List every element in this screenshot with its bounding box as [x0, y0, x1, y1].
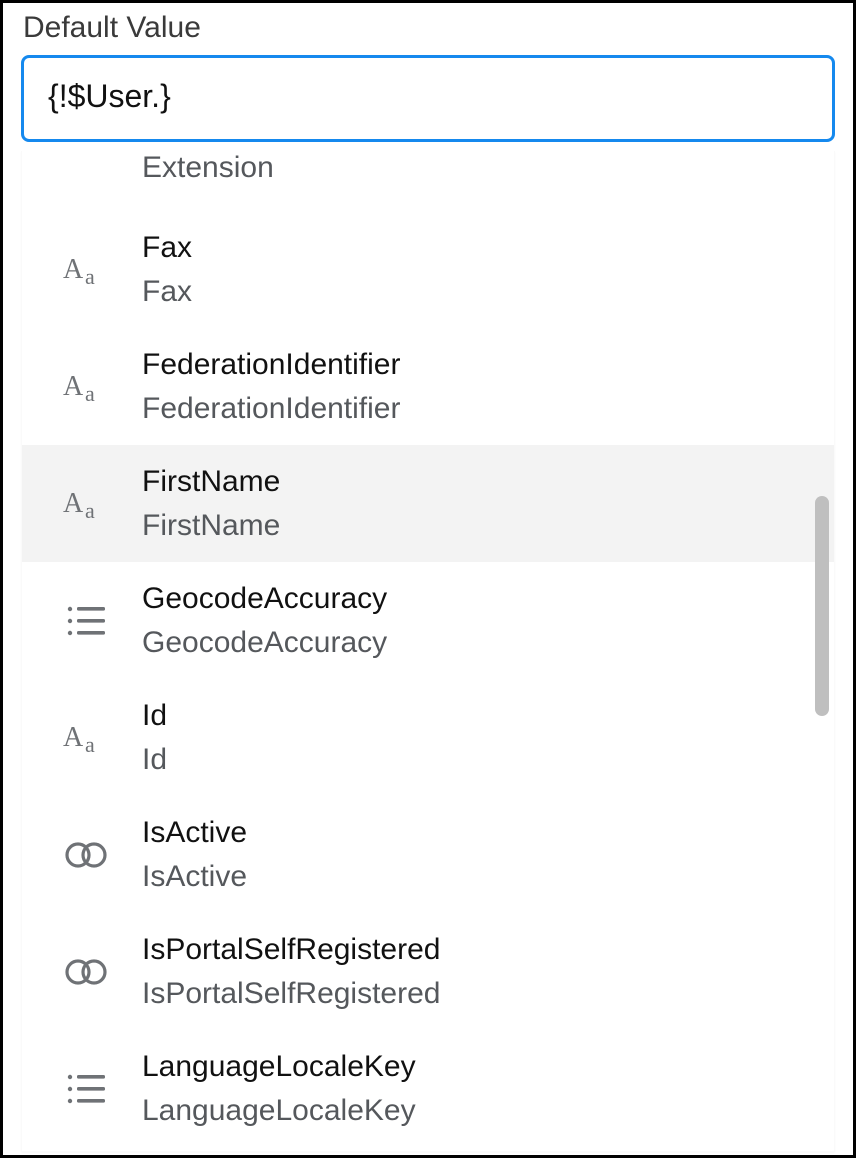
svg-text:a: a — [85, 732, 95, 757]
dropdown-item-text: Id Id — [142, 697, 812, 778]
dropdown-item[interactable]: Aa Fax Fax — [22, 211, 834, 328]
svg-text:A: A — [63, 722, 84, 753]
list-type-icon — [62, 596, 112, 646]
dropdown-item-label: Fax — [142, 229, 812, 267]
dropdown-item-text: GeocodeAccuracy GeocodeAccuracy — [142, 580, 812, 661]
dropdown-item-sublabel: IsPortalSelfRegistered — [142, 975, 812, 1013]
dropdown-item-sublabel: GeocodeAccuracy — [142, 624, 812, 662]
dropdown-item-text: IsActive IsActive — [142, 814, 812, 895]
svg-text:A: A — [63, 488, 84, 519]
autocomplete-dropdown: AaExtensionExtensionAaFaxFaxAaFederation… — [21, 151, 835, 1152]
text-type-icon: Aa — [63, 718, 111, 758]
scrollbar-thumb[interactable] — [815, 496, 829, 716]
field-label: Default Value — [3, 3, 853, 50]
dropdown-item-sublabel: LanguageLocaleKey — [142, 1092, 812, 1130]
dropdown-item-sublabel: FirstName — [142, 507, 812, 545]
dropdown-item-text: IsPortalSelfRegistered IsPortalSelfRegist… — [142, 931, 812, 1012]
text-type-icon: Aa — [63, 367, 111, 407]
svg-text:a: a — [85, 381, 95, 406]
dropdown-item-label: IsPortalSelfRegistered — [142, 931, 812, 969]
dropdown-item-text: ExtensionExtension — [142, 151, 812, 187]
default-value-input[interactable] — [21, 55, 835, 142]
boolean-type-icon — [63, 839, 111, 871]
list-type-icon — [65, 1070, 109, 1108]
dropdown-item[interactable]: LanguageLocaleKey LanguageLocaleKey — [22, 1030, 834, 1129]
dropdown-item-sublabel: Fax — [142, 273, 812, 311]
text-type-icon: Aa — [62, 362, 112, 412]
dropdown-item-text: FederationIdentifier FederationIdentifier — [142, 346, 812, 427]
dropdown-item[interactable]: GeocodeAccuracy GeocodeAccuracy — [22, 562, 834, 679]
dropdown-item[interactable]: Aa Id Id — [22, 679, 834, 796]
dropdown-item[interactable]: IsPortalSelfRegistered IsPortalSelfRegist… — [22, 913, 834, 1030]
svg-text:A: A — [63, 254, 84, 285]
toggle-type-icon — [62, 947, 112, 997]
svg-text:a: a — [85, 498, 95, 523]
dropdown-item[interactable]: Aa FirstName FirstName — [22, 445, 834, 562]
svg-text:a: a — [85, 264, 95, 289]
list-type-icon — [62, 1064, 112, 1114]
dropdown-item-sublabel: Id — [142, 741, 812, 779]
dropdown-item-label: FederationIdentifier — [142, 346, 812, 384]
text-type-icon: Aa — [63, 250, 111, 290]
svg-text:A: A — [63, 371, 84, 402]
dropdown-item-label: LanguageLocaleKey — [142, 1048, 812, 1086]
boolean-type-icon — [63, 956, 111, 988]
toggle-type-icon — [62, 830, 112, 880]
dropdown-item-text: FirstName FirstName — [142, 463, 812, 544]
text-type-icon: Aa — [63, 484, 111, 524]
dropdown-item-label: GeocodeAccuracy — [142, 580, 812, 618]
text-type-icon: Aa — [62, 245, 112, 295]
dropdown-item-sublabel: FederationIdentifier — [142, 390, 812, 428]
dropdown-item-sublabel: IsActive — [142, 858, 812, 896]
scrollbar-track[interactable] — [813, 151, 831, 1151]
dropdown-item[interactable]: IsActive IsActive — [22, 796, 834, 913]
dropdown-item-label: IsActive — [142, 814, 812, 852]
text-type-icon: Aa — [62, 713, 112, 763]
dropdown-item-sublabel: Extension — [142, 151, 812, 187]
dropdown-item-label: FirstName — [142, 463, 812, 501]
dropdown-item[interactable]: AaExtensionExtension — [22, 151, 834, 211]
dropdown-item-text: LanguageLocaleKey LanguageLocaleKey — [142, 1048, 812, 1129]
text-type-icon: Aa — [62, 479, 112, 529]
dropdown-item[interactable]: AaFederationIdentifierFederationIdentifi… — [22, 328, 834, 445]
dropdown-item-label: Id — [142, 697, 812, 735]
dropdown-item-text: Fax Fax — [142, 229, 812, 310]
list-type-icon — [65, 602, 109, 640]
